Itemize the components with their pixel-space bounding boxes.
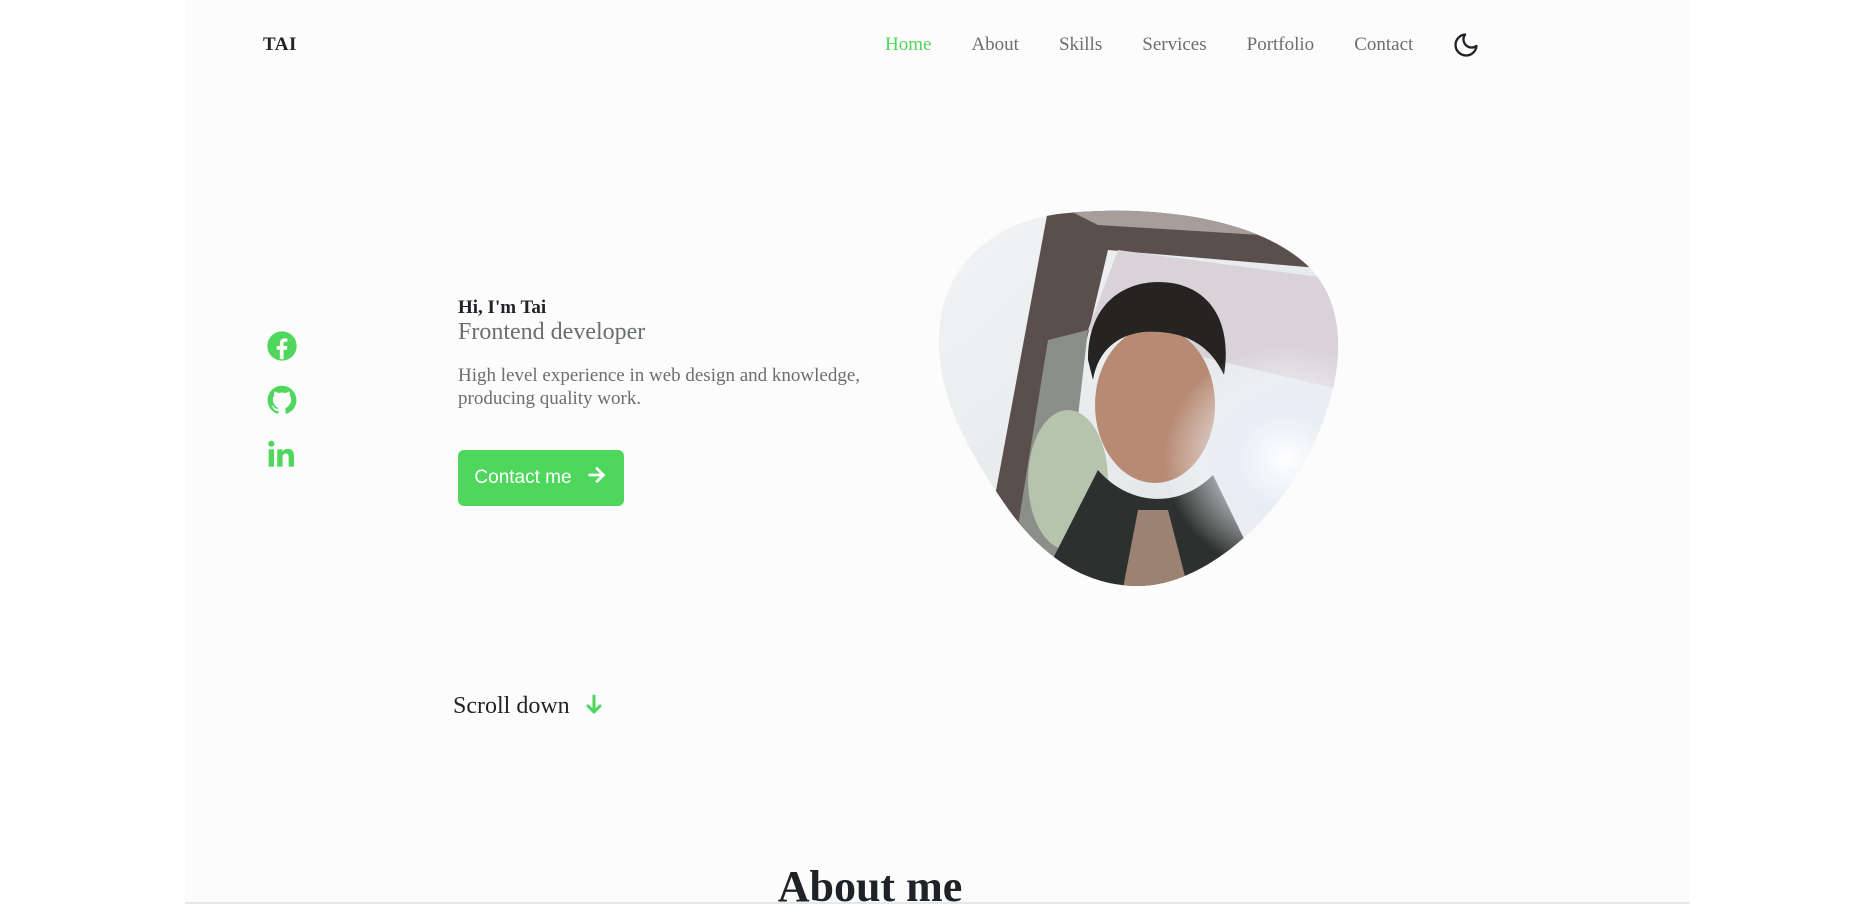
social-links xyxy=(266,330,298,492)
nav-skills[interactable]: Skills xyxy=(1059,34,1102,56)
main-nav: Home About Skills Services Portfolio Con… xyxy=(885,34,1413,56)
logo[interactable]: TAI xyxy=(263,34,297,56)
greeting-text: Hi, I'm Tai xyxy=(458,297,547,318)
arrow-right-icon xyxy=(586,464,608,492)
nav-contact[interactable]: Contact xyxy=(1354,34,1413,56)
role-title: Frontend developer xyxy=(458,319,646,345)
hero-description: High level experience in web design and … xyxy=(458,365,861,409)
arrow-down-icon xyxy=(584,692,604,721)
nav-about[interactable]: About xyxy=(971,34,1019,56)
facebook-icon[interactable] xyxy=(266,330,298,362)
github-icon[interactable] xyxy=(266,384,298,416)
nav-services[interactable]: Services xyxy=(1142,34,1206,56)
profile-photo xyxy=(938,210,1342,588)
scroll-down-label: Scroll down xyxy=(453,693,570,719)
moon-icon[interactable] xyxy=(1452,31,1480,59)
linkedin-icon[interactable] xyxy=(266,438,298,470)
about-section-title: About me xyxy=(777,862,963,911)
contact-me-label: Contact me xyxy=(474,467,572,488)
nav-home[interactable]: Home xyxy=(885,34,931,56)
nav-portfolio[interactable]: Portfolio xyxy=(1247,34,1315,56)
contact-me-button[interactable]: Contact me xyxy=(458,450,624,506)
scroll-down-button[interactable]: Scroll down xyxy=(453,692,604,721)
